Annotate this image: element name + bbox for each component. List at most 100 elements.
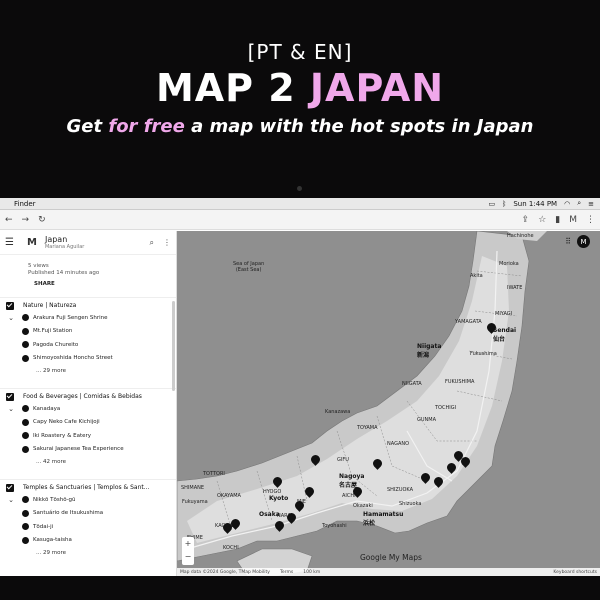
back-icon[interactable]: ← [5,215,13,225]
google-my-maps-logo: Google My Maps [360,553,422,562]
more-places-link[interactable]: ... 29 more [0,365,176,378]
place-item[interactable]: Capy Neko Cafe Kichijoji [0,415,176,429]
pref-label-fukushima: FUKUSHIMA [445,379,475,385]
bookmark-icon[interactable]: ☆ [538,215,546,225]
profile-icon[interactable]: M [569,215,577,225]
promo-subtitle: Get for free a map with the hot spots in… [0,116,600,137]
battery-icon[interactable]: ▭ [489,200,496,208]
layer-group: Temples & Sanctuaries | Templos & Sant..… [0,478,176,560]
user-avatar[interactable]: M [577,235,590,248]
place-item[interactable]: Tōdai-ji [0,520,176,534]
pref-label-tochigi: TOCHIGI [435,405,457,411]
place-marker-icon [22,496,29,504]
place-name: Sakurai Japanese Tea Experience [33,446,124,453]
apps-grid-icon[interactable]: ⠿ [565,237,571,246]
layer-group: Nature | Natureza ⌄ Arakura Fuji Sengen Sh… [0,296,176,378]
browser-toolbar: ← → ↻ ⇪ ☆ ▮ M ⋮ [0,210,600,230]
zoom-out-button[interactable]: − [182,550,194,563]
place-name: Shimoyoshida Honcho Street [33,355,113,362]
bluetooth-icon[interactable]: ᛒ [502,200,506,208]
terms-link[interactable]: Terms [280,570,293,575]
city-label-sendai: Sendai 仙台 [493,327,517,343]
title-plain: MAP 2 [155,66,310,110]
pref-label-okayama: OKAYAMA [217,493,241,499]
pref-label-gifu: GIFU [337,457,349,463]
place-item[interactable]: Kasuga-taisha [0,533,176,547]
pref-label-kochi: KOCHI [223,545,239,551]
place-name: Arakura Fuji Sengen Shrine [33,314,108,321]
collapse-chevron-icon[interactable]: ⌄ [0,496,22,504]
keyboard-shortcuts-link[interactable]: Keyboard shortcuts [553,570,597,575]
layer-group: Food & Beverages | Comidas & Bebidas ⌄ Kan… [0,387,176,469]
map-title[interactable]: Japan [45,235,150,244]
layer-name: Temples & Sanctuaries | Templos & Sant..… [23,484,150,492]
map-sidebar: ☰ M Japan Mariana Aguilar ⌕ ⋮ 5 views Pu… [0,231,177,576]
city-label-hachinohe: Hachinohe [507,233,534,239]
my-maps-logo-icon: M [27,237,37,248]
control-center-icon[interactable]: ≡ [588,200,594,208]
layer-checkbox[interactable] [6,392,14,401]
collapse-chevron-icon[interactable]: ⌄ [0,314,22,322]
layer-header[interactable]: Food & Beverages | Comidas & Bebidas [0,387,176,402]
zoom-in-button[interactable]: + [182,537,194,550]
menubar-clock[interactable]: Sun 1:44 PM [513,200,557,208]
city-label-okazaki: Okazaki [353,503,373,509]
city-label-niigata: Niigata 新潟 [417,343,442,359]
city-label-osaka: Osaka [259,511,280,518]
more-places-link[interactable]: ... 42 more [0,456,176,469]
search-icon[interactable]: ⌕ [577,199,581,208]
menubar-app-name[interactable]: Finder [14,200,36,208]
place-item[interactable]: ⌄ Arakura Fuji Sengen Shrine [0,311,176,325]
place-item[interactable]: Sakurai Japanese Tea Experience [0,442,176,456]
pref-label-niigata: NIIGATA [402,381,422,387]
place-item[interactable]: ⌄ Nikkō Tōshō-gū [0,493,176,507]
place-item[interactable]: Iki Roastery & Eatery [0,429,176,443]
forward-icon[interactable]: → [22,215,30,225]
more-options-icon[interactable]: ⋮ [163,238,171,248]
sidebar-toggle-icon[interactable]: ▮ [555,215,560,225]
sea-label: Sea of Japan (East Sea) [233,261,265,273]
layer-list: Nature | Natureza ⌄ Arakura Fuji Sengen Sh… [0,296,176,560]
layer-checkbox[interactable] [6,301,14,310]
share-button[interactable]: SHARE [0,278,176,287]
place-marker-icon [22,523,29,531]
wifi-icon[interactable]: ◠ [564,200,570,208]
collapse-chevron-icon[interactable]: ⌄ [0,405,22,413]
promo-title: MAP 2 JAPAN [0,66,600,110]
subtitle-pre: Get [66,116,109,137]
map-attribution: Map data ©2024 Google, TMap Mobility [180,569,270,575]
subtitle-accent: for free [108,116,185,137]
sidebar-scrollbar[interactable] [172,301,175,391]
place-marker-icon [22,314,29,322]
place-item[interactable]: Mt.Fuji Station [0,324,176,338]
map-canvas[interactable]: Sea of Japan (East Sea) Hachinohe Moriok… [177,231,600,576]
pref-label-shizuoka: SHIZUOKA [387,487,414,493]
place-item[interactable]: Shimoyoshida Honcho Street [0,351,176,365]
place-marker-icon [22,509,29,517]
more-icon[interactable]: ⋮ [586,215,595,225]
place-item[interactable]: ⌄ Kanadaya [0,402,176,416]
laptop-screen: Finder ▭ ᛒ Sun 1:44 PM ◠ ⌕ ≡ ← → ↻ ⇪ ☆ ▮… [0,198,600,576]
place-name: Tōdai-ji [33,523,54,530]
menu-icon[interactable]: ☰ [5,237,21,248]
search-icon[interactable]: ⌕ [150,238,154,248]
mac-menubar: Finder ▭ ᛒ Sun 1:44 PM ◠ ⌕ ≡ [0,198,600,210]
pref-label-toyama: TOYAMA [357,425,378,431]
layer-header[interactable]: Temples & Sanctuaries | Templos & Sant..… [0,478,176,493]
place-marker-icon [22,536,29,544]
layer-checkbox[interactable] [6,483,14,492]
pref-label-shimane: SHIMANE [181,485,205,491]
map-meta: 5 views Published 14 minutes ago [0,255,176,278]
place-name: Kasuga-taisha [33,537,72,544]
share-icon[interactable]: ⇪ [522,215,530,225]
layer-header[interactable]: Nature | Natureza [0,296,176,311]
my-maps-app: ☰ M Japan Mariana Aguilar ⌕ ⋮ 5 views Pu… [0,231,600,576]
more-places-link[interactable]: ... 29 more [0,547,176,560]
place-item[interactable]: Santuário de Itsukushima [0,506,176,520]
reload-icon[interactable]: ↻ [38,215,46,225]
place-marker-icon [22,418,29,426]
place-name: Iki Roastery & Eatery [33,432,92,439]
zoom-control: + − [182,537,194,565]
place-item[interactable]: Pagoda Chureito [0,338,176,352]
title-accent: JAPAN [309,66,445,110]
